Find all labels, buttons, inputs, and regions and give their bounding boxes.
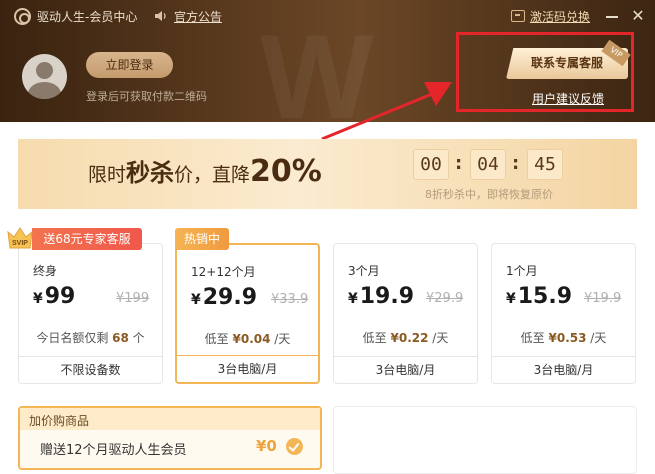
plan-device-limit: 不限设备数 (19, 356, 162, 383)
login-button[interactable]: 立即登录 (86, 52, 173, 78)
ticket-icon (511, 10, 525, 22)
plan-daily-note: 低至 ¥0.22 /天 (362, 331, 449, 345)
minimize-button[interactable] (603, 6, 621, 26)
plan-device-limit: 3台电脑/月 (334, 356, 477, 383)
close-button[interactable]: ✕ (628, 6, 648, 26)
svg-text:SVIP: SVIP (12, 240, 28, 247)
plan-price: ¥19.9 (348, 284, 415, 309)
addon-price: ¥0 (256, 437, 277, 455)
app-title: 驱动人生-会员中心 (37, 10, 138, 24)
activation-code-redeem-link[interactable]: 激活码兑换 (530, 8, 590, 25)
plan-price: ¥99 (33, 284, 76, 309)
checkmark-icon[interactable] (286, 438, 303, 455)
plan-price: ¥15.9 (506, 284, 573, 309)
titlebar: 驱动人生-会员中心 官方公告 激活码兑换 ✕ (0, 0, 655, 32)
countdown-minutes: 04 (470, 149, 506, 180)
plan-old-price: ¥199 (116, 291, 150, 306)
payment-panel (333, 406, 637, 474)
hot-sale-tag: 热销中 (175, 228, 229, 250)
avatar[interactable] (22, 54, 67, 99)
plan-price: ¥29.9 (191, 285, 258, 310)
plan-old-price: ¥19.9 (584, 291, 622, 306)
addon-product-panel[interactable]: 加价购商品 赠送12个月驱动人生会员 ¥0 (18, 406, 322, 470)
app-logo-icon (14, 8, 31, 25)
plan-card-3-months[interactable]: 3个月 ¥19.9 ¥29.9 低至 ¥0.22 /天 3台电脑/月 (333, 243, 478, 384)
plan-name: 1个月 (506, 264, 538, 278)
plan-daily-note: 低至 ¥0.53 /天 (520, 331, 607, 345)
speaker-icon (155, 11, 166, 21)
plan-name: 终身 (33, 264, 58, 278)
flash-sale-banner: 限时秒杀价，直降20% 00 : 04 : 45 8折秒杀中，即将恢复原价 (18, 139, 637, 209)
banner-title: 限时秒杀价，直降20% (88, 154, 322, 189)
avatar-head-shape (36, 62, 53, 79)
svip-crown-icon: SVIP (7, 227, 33, 249)
addon-item-name: 赠送12个月驱动人生会员 (40, 443, 187, 458)
plan-name: 12+12个月 (191, 265, 256, 279)
plan-daily-note: 今日名额仅剩 68 个 (36, 331, 145, 345)
plan-old-price: ¥29.9 (426, 291, 464, 306)
login-hint: 登录后可获取付款二维码 (86, 90, 207, 103)
countdown-seconds: 45 (527, 149, 563, 180)
plan-device-limit: 3台电脑/月 (177, 355, 318, 382)
plan-card-12-plus-12-months[interactable]: 12+12个月 ¥29.9 ¥33.9 低至 ¥0.04 /天 3台电脑/月 (175, 243, 320, 384)
countdown-separator: : (512, 153, 520, 174)
banner-subtitle: 8折秒杀中，即将恢复原价 (425, 188, 553, 201)
official-notice-link[interactable]: 官方公告 (174, 8, 222, 25)
plan-card-1-month[interactable]: 1个月 ¥15.9 ¥19.9 低至 ¥0.53 /天 3台电脑/月 (491, 243, 636, 384)
annotation-highlight-box (456, 32, 634, 112)
plan-daily-note: 低至 ¥0.04 /天 (204, 332, 291, 346)
plan-device-limit: 3台电脑/月 (492, 356, 635, 383)
countdown-separator: : (455, 153, 463, 174)
addon-title: 加价购商品 (29, 414, 90, 428)
plan-card-lifetime[interactable]: 终身 ¥99 ¥199 今日名额仅剩 68 个 不限设备数 (18, 243, 163, 384)
plan-name: 3个月 (348, 264, 380, 278)
countdown-hours: 00 (413, 149, 449, 180)
gift-tag: 送68元专家客服 (32, 228, 142, 250)
avatar-body-shape (28, 82, 61, 99)
plan-old-price: ¥33.9 (271, 292, 309, 307)
